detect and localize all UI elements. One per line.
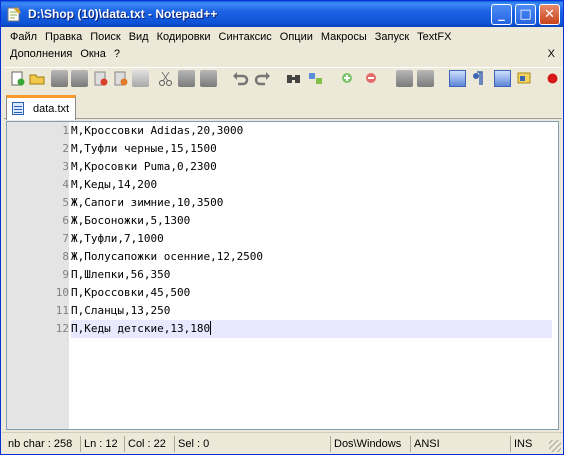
status-encoding[interactable]: ANSI [410, 436, 440, 452]
resize-grip-icon[interactable] [549, 440, 561, 452]
code-line[interactable]: М,Кросовки Puma,0,2300 [71, 158, 552, 176]
open-file-icon[interactable] [29, 70, 46, 87]
status-bar: nb char : 258 Ln : 12 Col : 22 Sel : 0 D… [2, 432, 563, 454]
close-file-icon[interactable] [92, 70, 109, 87]
status-eol-format[interactable]: Dos\Windows [330, 436, 401, 452]
status-selection: Sel : 0 [174, 436, 209, 452]
code-line[interactable]: Ж,Босоножки,5,1300 [71, 212, 552, 230]
close-window-button[interactable]: ✕ [539, 4, 560, 25]
minimize-button[interactable]: _ [491, 4, 512, 25]
menu-encoding[interactable]: Кодировки [153, 29, 215, 45]
menu-plugins[interactable]: Дополнения [6, 46, 76, 62]
paste-icon[interactable] [200, 70, 217, 87]
new-file-icon[interactable] [9, 70, 26, 87]
save-icon[interactable] [51, 70, 68, 87]
close-all-icon[interactable] [112, 70, 129, 87]
menu-window[interactable]: Окна [76, 46, 110, 62]
title-bar[interactable]: D:\Shop (10)\data.txt - Notepad++ _ □ ✕ [1, 1, 563, 27]
record-macro-icon[interactable] [544, 70, 561, 87]
line-number: 11 [55, 304, 69, 317]
tab-data-txt[interactable]: data.txt [6, 95, 76, 120]
line-number: 9 [62, 268, 69, 281]
document-tab-strip: data.txt [4, 92, 562, 120]
code-line[interactable]: П,Кроссовки,45,500 [71, 284, 552, 302]
code-line[interactable]: М,Кеды,14,200 [71, 176, 552, 194]
current-code-line[interactable]: П,Кеды детские,13,180 [71, 320, 552, 338]
line-number: 12 [55, 322, 69, 335]
menu-row-primary: Файл Правка Поиск Вид Кодировки Синтакси… [6, 29, 455, 45]
status-line: Ln : 12 [80, 436, 118, 452]
zoom-out-icon[interactable] [363, 70, 380, 87]
menu-options[interactable]: Опции [276, 29, 317, 45]
line-number: 4 [62, 178, 69, 191]
menu-syntax[interactable]: Синтаксис [215, 29, 276, 45]
find-icon[interactable] [285, 70, 302, 87]
code-line[interactable]: М,Кроссовки Adidas,20,3000 [71, 122, 552, 140]
code-line[interactable]: Ж,Туфли,7,1000 [71, 230, 552, 248]
copy-icon[interactable] [178, 70, 195, 87]
menu-row-secondary: Дополнения Окна ? [6, 46, 124, 62]
word-wrap-icon[interactable] [449, 70, 466, 87]
print-icon[interactable] [132, 70, 149, 87]
line-number: 2 [62, 142, 69, 155]
code-line[interactable]: Ж,Полусапожки осенние,12,2500 [71, 248, 552, 266]
menu-bar: Файл Правка Поиск Вид Кодировки Синтакси… [2, 27, 563, 67]
menu-edit[interactable]: Правка [41, 29, 86, 45]
current-line-text: П,Кеды детские,13,180 [71, 322, 211, 335]
maximize-button[interactable]: □ [515, 4, 536, 25]
cut-icon[interactable] [157, 70, 174, 87]
user-defined-language-icon[interactable] [516, 70, 533, 87]
menu-run[interactable]: Запуск [371, 29, 413, 45]
notepad-plus-plus-window: D:\Shop (10)\data.txt - Notepad++ _ □ ✕ … [0, 0, 564, 455]
menu-textfx[interactable]: TextFX [413, 29, 455, 45]
redo-icon[interactable] [254, 70, 271, 87]
save-all-icon[interactable] [71, 70, 88, 87]
line-number: 1 [62, 124, 69, 137]
menu-view[interactable]: Вид [125, 29, 153, 45]
menu-macros[interactable]: Макросы [317, 29, 371, 45]
line-number: 3 [62, 160, 69, 173]
sync-vertical-icon[interactable] [396, 70, 413, 87]
notepad-plus-plus-app-icon[interactable] [6, 6, 22, 22]
minimize-icon: _ [498, 7, 505, 22]
maximize-icon: □ [519, 7, 532, 22]
code-line[interactable]: М,Туфли черные,15,1500 [71, 140, 552, 158]
code-line[interactable]: П,Шлепки,56,350 [71, 266, 552, 284]
indent-guide-icon[interactable] [494, 70, 511, 87]
zoom-in-icon[interactable] [339, 70, 356, 87]
sync-horizontal-icon[interactable] [417, 70, 434, 87]
line-number: 6 [62, 214, 69, 227]
close-icon: ✕ [544, 7, 555, 22]
line-number: 7 [62, 232, 69, 245]
status-column: Col : 22 [124, 436, 166, 452]
code-line[interactable]: Ж,Сапоги зимние,10,3500 [71, 194, 552, 212]
close-document-button[interactable]: X [548, 46, 555, 62]
line-number: 10 [55, 286, 69, 299]
line-number: 5 [62, 196, 69, 209]
show-all-chars-icon[interactable] [469, 70, 486, 87]
line-number: 8 [62, 250, 69, 263]
text-editor[interactable]: 1 2 3 4 5 6 7 8 9 10 11 12 М,Кроссовки A… [6, 121, 559, 430]
text-caret [210, 321, 212, 335]
status-insert-mode[interactable]: INS [510, 436, 532, 452]
menu-help[interactable]: ? [110, 46, 124, 62]
tab-label: data.txt [33, 103, 70, 115]
status-char-count: nb char : 258 [8, 438, 73, 450]
code-area[interactable]: М,Кроссовки Adidas,20,3000 М,Туфли черны… [69, 122, 558, 429]
undo-icon[interactable] [232, 70, 249, 87]
menu-search[interactable]: Поиск [86, 29, 124, 45]
code-line[interactable]: П,Сланцы,13,250 [71, 302, 552, 320]
menu-file[interactable]: Файл [6, 29, 41, 45]
replace-icon[interactable] [307, 70, 324, 87]
toolbar [4, 67, 562, 89]
line-number-gutter: 1 2 3 4 5 6 7 8 9 10 11 12 [7, 122, 69, 429]
document-icon [12, 102, 24, 115]
window-title: D:\Shop (10)\data.txt - Notepad++ [28, 7, 218, 21]
